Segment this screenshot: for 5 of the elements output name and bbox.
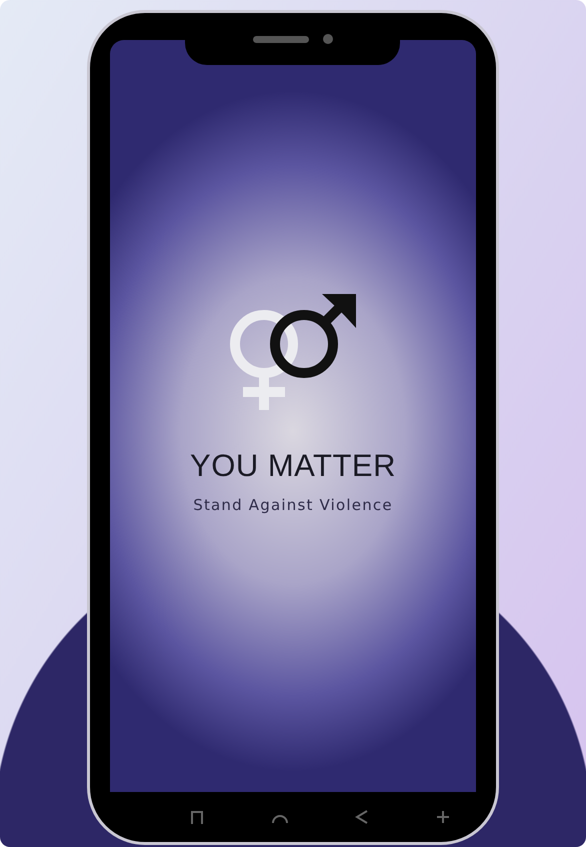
plus-icon[interactable] [436, 810, 450, 824]
app-title: YOU MATTER [190, 448, 396, 484]
tagline: Stand Against Violence [193, 496, 393, 514]
recent-apps-icon[interactable] [190, 810, 204, 824]
back-icon[interactable] [355, 810, 370, 824]
